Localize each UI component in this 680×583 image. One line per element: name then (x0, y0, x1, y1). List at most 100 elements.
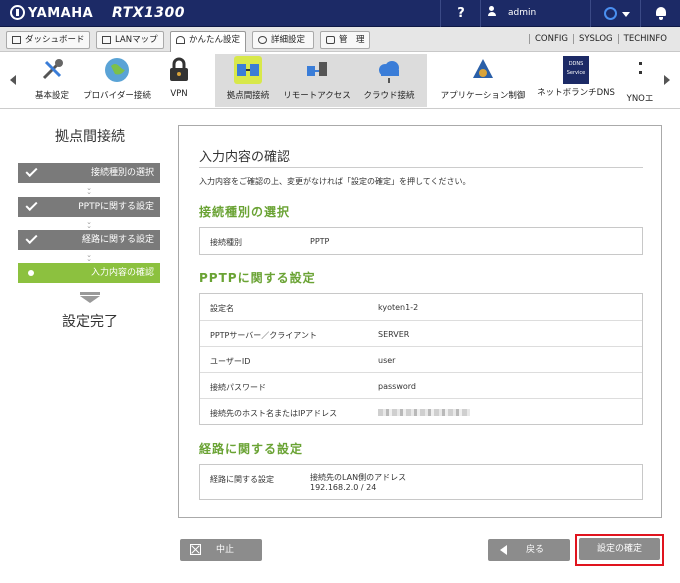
ddns-badge-text: DDNS Service (566, 61, 586, 76)
scroll-left-icon[interactable] (10, 75, 16, 85)
tab-lan-map[interactable]: LANマップ (96, 31, 164, 49)
button-label: 戻る (526, 545, 545, 555)
config-link[interactable]: CONFIG (528, 34, 573, 44)
row-value: kyoten1-2 (378, 303, 419, 312)
lock-icon (170, 57, 188, 81)
cancel-button[interactable]: 中止 (180, 539, 262, 561)
globe-icon (105, 58, 129, 82)
table-row: 設定名 kyoten1-2 (200, 294, 642, 320)
table-row: 接続種別 PPTP (200, 228, 642, 254)
step-connection-type: 接続種別の選択 (18, 163, 160, 183)
status-ring-icon[interactable] (604, 7, 617, 20)
row-value: PPTP (310, 237, 330, 246)
back-button[interactable]: 戻る (488, 539, 570, 561)
user-name: admin (508, 8, 537, 18)
strip-provider[interactable]: プロバイダー接続 (82, 56, 152, 106)
strip-site-to-site[interactable]: 拠点間接続 (222, 56, 274, 106)
yno-icon (636, 62, 644, 90)
tab-label: ダッシュボード (25, 35, 85, 45)
tools-icon (42, 59, 63, 80)
table-row: 接続先のホスト名またはIPアドレス (200, 398, 642, 424)
section-heading: 接続種別の選択 (199, 205, 291, 219)
gear-icon (258, 36, 267, 44)
yamaha-mark-icon (10, 5, 25, 20)
tab-label: 詳細設定 (271, 35, 306, 45)
brand-text: YAMAHA (28, 6, 94, 21)
confirm-button[interactable]: 設定の確定 (579, 538, 660, 560)
lan-map-icon (102, 36, 111, 44)
main-menu: ダッシュボード LANマップ かんたん設定 詳細設定 管 理 CONFIG SYS… (0, 27, 680, 53)
tab-easy-setup[interactable]: かんたん設定 (170, 31, 246, 53)
person-icon (176, 36, 185, 44)
step-chevron-icon: ⌄ ⌄ (86, 251, 92, 263)
row-key: 設定名 (210, 304, 234, 313)
dashboard-icon (12, 36, 21, 44)
strip-basic-settings[interactable]: 基本設定 (32, 56, 72, 106)
row-key: 経路に関する設定 (210, 475, 274, 484)
strip-cloud[interactable]: クラウド接続 (362, 56, 416, 106)
table-row: 接続パスワード password (200, 372, 642, 398)
yamaha-logo: YAMAHA (10, 5, 93, 21)
tab-dashboard[interactable]: ダッシュボード (6, 31, 90, 49)
tab-label: 管 理 (339, 35, 365, 45)
section-heading: PPTPに関する設定 (199, 271, 316, 285)
row-value: SERVER (378, 330, 410, 339)
wrench-icon (326, 36, 335, 44)
step-confirm-input: 入力内容の確認 (18, 263, 160, 283)
row-value: password (378, 382, 416, 391)
row-key: ユーザーID (210, 357, 251, 366)
strip-label: ネットボランチDNS (537, 88, 615, 98)
utility-links: CONFIG SYSLOG TECHINFO (528, 27, 672, 52)
bell-icon[interactable] (654, 6, 668, 20)
divider (640, 0, 641, 27)
tab-advanced[interactable]: 詳細設定 (252, 31, 314, 49)
strip-label: アプリケーション制御 (440, 91, 526, 101)
back-arrow-icon (500, 545, 507, 555)
table-row: PPTPサーバー／クライアント SERVER (200, 320, 642, 346)
strip-app-control[interactable]: アプリケーション制御 (438, 56, 528, 106)
strip-netvolante-dns[interactable]: DDNS Service ネットボランチDNS (536, 56, 616, 106)
tab-label: かんたん設定 (189, 35, 241, 45)
model-name: RTX1300 (112, 5, 185, 21)
tab-label: LANマップ (115, 35, 158, 45)
strip-remote-access[interactable]: リモートアクセス (282, 56, 352, 106)
route-table: 経路に関する設定 接続先のLAN側のアドレス 192.168.2.0 / 24 (199, 464, 643, 500)
strip-label: YNOエ (626, 94, 654, 104)
chevron-down-icon[interactable] (622, 12, 630, 17)
wizard-title: 拠点間接続 (55, 129, 125, 145)
step-chevron-icon: ⌄ ⌄ (86, 184, 92, 196)
divider (199, 167, 643, 168)
row-key: 接続種別 (210, 238, 242, 247)
row-key: 接続パスワード (210, 383, 266, 392)
row-value: 接続先のLAN側のアドレス (310, 473, 407, 482)
site-connection-icon (234, 56, 262, 84)
strip-label: クラウド接続 (363, 91, 415, 101)
techinfo-link[interactable]: TECHINFO (617, 34, 672, 44)
row-value: user (378, 356, 396, 365)
user-menu[interactable]: admin (488, 0, 536, 27)
help-button[interactable]: ? (446, 3, 476, 24)
connection-type-table: 接続種別 PPTP (199, 227, 643, 255)
confirm-panel: 入力内容の確認 入力内容をご確認の上、変更がなければ「設定の確定」を押してくださ… (178, 125, 662, 518)
panel-title: 入力内容の確認 (199, 150, 291, 165)
scroll-right-icon[interactable] (664, 75, 670, 85)
syslog-link[interactable]: SYSLOG (572, 34, 618, 44)
row-value: 192.168.2.0 / 24 (310, 483, 377, 492)
ddns-icon: DDNS Service (563, 56, 589, 84)
strip-label: リモートアクセス (283, 91, 351, 101)
pptp-table: 設定名 kyoten1-2 PPTPサーバー／クライアント SERVER ユーザーI… (199, 293, 643, 425)
row-key: PPTPサーバー／クライアント (210, 331, 317, 340)
user-icon (488, 6, 496, 16)
tab-management[interactable]: 管 理 (320, 31, 370, 49)
button-label: 中止 (216, 545, 235, 555)
table-row: 経路に関する設定 接続先のLAN側のアドレス 192.168.2.0 / 24 (200, 465, 642, 499)
strip-yno[interactable]: YNOエ (624, 56, 656, 106)
strip-vpn[interactable]: VPN (162, 56, 196, 106)
masked-host-address (378, 409, 470, 416)
step-chevron-icon: ⌄ ⌄ (86, 218, 92, 230)
strip-label: 拠点間接続 (226, 91, 270, 101)
step-pptp-settings: PPTPに関する設定 (18, 197, 160, 217)
strip-label: プロバイダー接続 (83, 91, 151, 101)
top-bar: YAMAHA RTX1300 ? admin (0, 0, 680, 27)
panel-description: 入力内容をご確認の上、変更がなければ「設定の確定」を押してください。 (199, 177, 471, 186)
